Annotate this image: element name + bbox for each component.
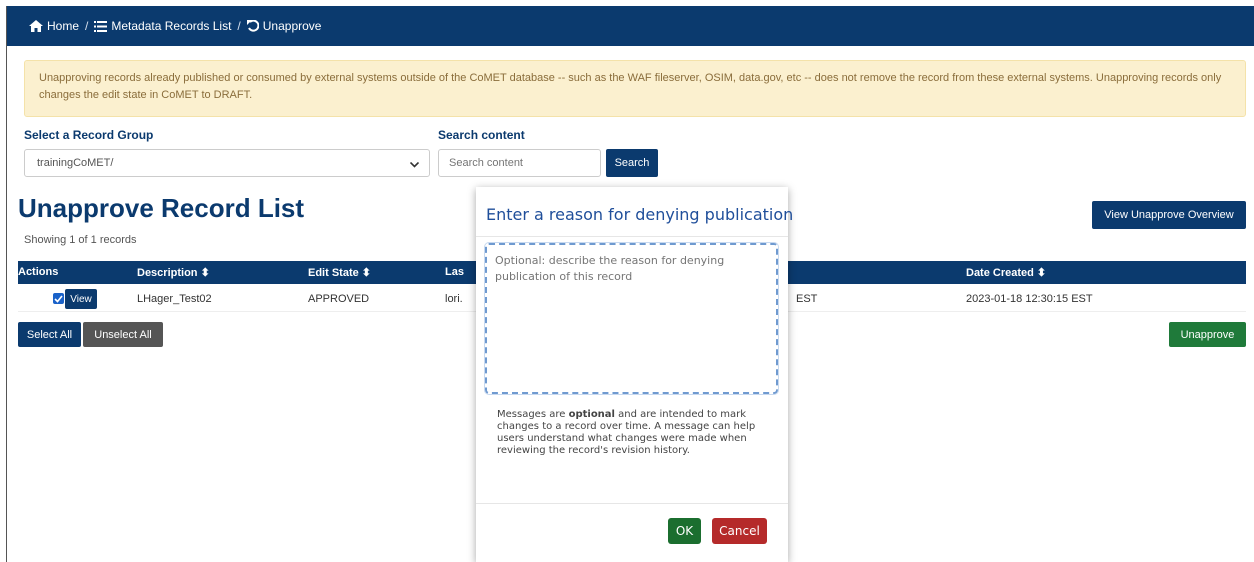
undo-icon (246, 20, 259, 32)
dialog-divider (476, 236, 788, 237)
column-header-last[interactable]: Las (445, 266, 464, 278)
unselect-all-button[interactable]: Unselect All (83, 322, 163, 347)
deny-reason-dialog: Enter a reason for denying publication M… (476, 187, 793, 562)
search-input[interactable] (438, 149, 601, 177)
records-count: Showing 1 of 1 records (24, 234, 137, 246)
search-button[interactable]: Search (606, 149, 658, 177)
home-icon (29, 20, 43, 32)
column-header-actions: Actions (18, 266, 59, 278)
breadcrumb: Home / Metadata Records List / Unapprove (7, 6, 1254, 46)
cell-description: LHager_Test02 (137, 293, 212, 305)
row-select-checkbox[interactable] (53, 293, 64, 304)
breadcrumb-separator: / (85, 19, 89, 33)
breadcrumb-home[interactable]: Home (29, 19, 79, 33)
breadcrumb-current: Unapprove (246, 19, 322, 33)
breadcrumb-separator: / (237, 19, 241, 33)
app-frame: Home / Metadata Records List / Unapprove… (6, 6, 1254, 562)
reason-textarea[interactable] (484, 242, 779, 395)
dialog-help-text: Messages are optional and are intended t… (497, 409, 759, 457)
breadcrumb-records-list-label: Metadata Records List (111, 19, 232, 33)
dialog-footer-divider (476, 503, 788, 504)
chevron-down-icon (409, 159, 420, 171)
search-content-label: Search content (438, 128, 525, 142)
cell-last-tail: EST (796, 293, 818, 305)
list-icon (94, 20, 108, 32)
column-header-description[interactable]: Description ⬍ (137, 266, 210, 279)
cell-date-created: 2023-01-18 12:30:15 EST (966, 293, 1093, 305)
select-all-button[interactable]: Select All (18, 322, 81, 347)
help-text-start: Messages are (497, 409, 569, 420)
record-group-label: Select a Record Group (24, 128, 154, 142)
breadcrumb-records-list[interactable]: Metadata Records List (94, 19, 231, 33)
dialog-title: Enter a reason for denying publication (486, 205, 794, 224)
view-unapprove-overview-button[interactable]: View Unapprove Overview (1092, 201, 1246, 229)
record-group-value: trainingCoMET/ (37, 157, 114, 169)
warning-notice: Unapproving records already published or… (24, 60, 1246, 117)
breadcrumb-home-label: Home (47, 19, 80, 33)
column-header-date-created[interactable]: Date Created ⬍ (966, 266, 1046, 279)
cancel-button[interactable]: Cancel (712, 518, 767, 544)
view-record-button[interactable]: View (65, 289, 97, 309)
unapprove-button[interactable]: Unapprove (1169, 322, 1246, 347)
help-text-emphasis: optional (568, 409, 615, 420)
cell-last: lori. (445, 293, 463, 305)
breadcrumb-current-label: Unapprove (262, 19, 322, 33)
ok-button[interactable]: OK (668, 518, 701, 544)
column-header-edit-state[interactable]: Edit State ⬍ (308, 266, 371, 279)
record-group-select[interactable]: trainingCoMET/ (24, 149, 430, 177)
cell-edit-state: APPROVED (308, 293, 370, 305)
page-title: Unapprove Record List (18, 193, 305, 223)
